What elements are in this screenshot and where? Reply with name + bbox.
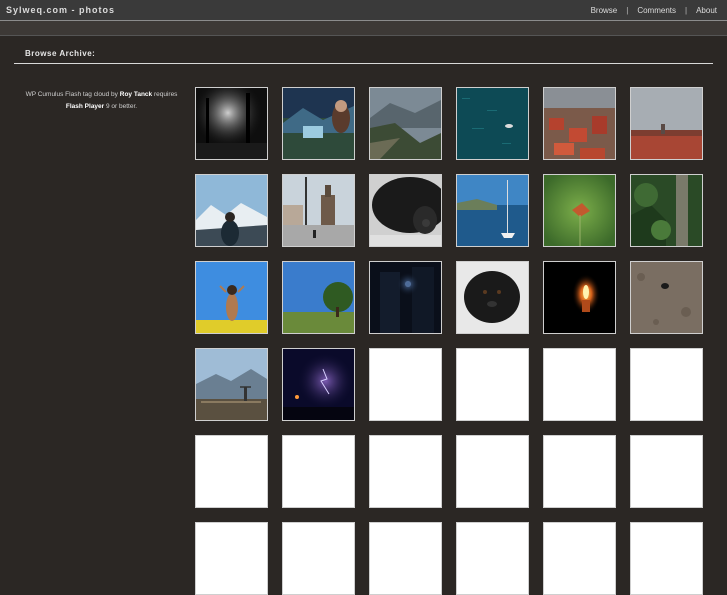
photo-thumbnail-placeholder[interactable] (543, 522, 616, 595)
thumbnail-image (283, 175, 354, 246)
thumbnail-image (196, 88, 267, 159)
photo-thumbnail[interactable] (282, 87, 355, 160)
photo-thumbnail-placeholder[interactable] (630, 435, 703, 508)
photo-thumbnail-placeholder[interactable] (369, 522, 442, 595)
photo-thumbnail-placeholder[interactable] (543, 435, 616, 508)
photo-thumbnail[interactable] (456, 87, 529, 160)
photo-thumbnail[interactable] (195, 87, 268, 160)
thumbnail-image (370, 88, 441, 159)
top-bar: Sylweq.com - photos Browse | Comments | … (0, 0, 727, 21)
nav-browse-link[interactable]: Browse (591, 6, 618, 15)
photo-thumbnail-placeholder[interactable] (369, 435, 442, 508)
photo-thumbnail[interactable] (456, 261, 529, 334)
thumbnail-image (196, 262, 267, 333)
thumbnail-image (196, 175, 267, 246)
photo-thumbnail-placeholder[interactable] (195, 435, 268, 508)
nav-separator: | (626, 6, 629, 15)
photo-thumbnail-placeholder[interactable] (456, 435, 529, 508)
thumbnail-image (196, 349, 267, 420)
thumbnail-image (457, 262, 528, 333)
photo-thumbnail[interactable] (282, 348, 355, 421)
photo-thumbnail[interactable] (195, 348, 268, 421)
sub-bar (0, 21, 727, 36)
tag-cloud-author-link[interactable]: Roy Tanck (120, 91, 152, 98)
nav-separator: | (685, 6, 688, 15)
nav-comments-link[interactable]: Comments (637, 6, 676, 15)
section-title: Browse Archive: (25, 49, 96, 58)
photo-thumbnail[interactable] (543, 174, 616, 247)
flash-player-link[interactable]: Flash Player (66, 103, 104, 110)
photo-thumbnail[interactable] (630, 261, 703, 334)
photo-thumbnail-placeholder[interactable] (282, 522, 355, 595)
thumbnail-image (631, 262, 702, 333)
top-nav: Browse | Comments | About (591, 6, 717, 15)
thumbnail-image (457, 175, 528, 246)
photo-thumbnail[interactable] (195, 174, 268, 247)
photo-thumbnail[interactable] (369, 174, 442, 247)
photo-thumbnail[interactable] (369, 87, 442, 160)
tag-cloud-suffix: 9 or better. (106, 103, 138, 110)
photo-thumbnail-placeholder[interactable] (195, 522, 268, 595)
photo-thumbnail-placeholder[interactable] (630, 348, 703, 421)
photo-thumbnail-placeholder[interactable] (369, 348, 442, 421)
photo-thumbnail[interactable] (630, 87, 703, 160)
thumbnail-image (544, 175, 615, 246)
tag-cloud-requires: requires (153, 91, 178, 98)
thumbnail-image (283, 262, 354, 333)
thumbnail-image (631, 88, 702, 159)
photo-grid (195, 87, 703, 595)
photo-thumbnail-placeholder[interactable] (456, 522, 529, 595)
tag-cloud-notice: WP Cumulus Flash tag cloud by Roy Tanck … (14, 89, 189, 113)
thumbnail-image (370, 262, 441, 333)
thumbnail-image (370, 175, 441, 246)
photo-thumbnail[interactable] (630, 174, 703, 247)
photo-thumbnail[interactable] (369, 261, 442, 334)
section-divider (14, 63, 713, 64)
site-logo[interactable]: Sylweq.com - photos (6, 5, 115, 15)
photo-thumbnail[interactable] (456, 174, 529, 247)
photo-thumbnail[interactable] (282, 174, 355, 247)
nav-about-link[interactable]: About (696, 6, 717, 15)
thumbnail-image (283, 88, 354, 159)
thumbnail-image (544, 262, 615, 333)
thumbnail-image (457, 88, 528, 159)
photo-thumbnail[interactable] (282, 261, 355, 334)
photo-thumbnail[interactable] (543, 261, 616, 334)
photo-thumbnail[interactable] (543, 87, 616, 160)
thumbnail-image (631, 175, 702, 246)
thumbnail-image (544, 88, 615, 159)
photo-thumbnail[interactable] (195, 261, 268, 334)
tag-cloud-prefix: WP Cumulus Flash tag cloud by (25, 91, 118, 98)
photo-thumbnail-placeholder[interactable] (543, 348, 616, 421)
thumbnail-image (283, 349, 354, 420)
photo-thumbnail-placeholder[interactable] (456, 348, 529, 421)
photo-thumbnail-placeholder[interactable] (630, 522, 703, 595)
photo-thumbnail-placeholder[interactable] (282, 435, 355, 508)
